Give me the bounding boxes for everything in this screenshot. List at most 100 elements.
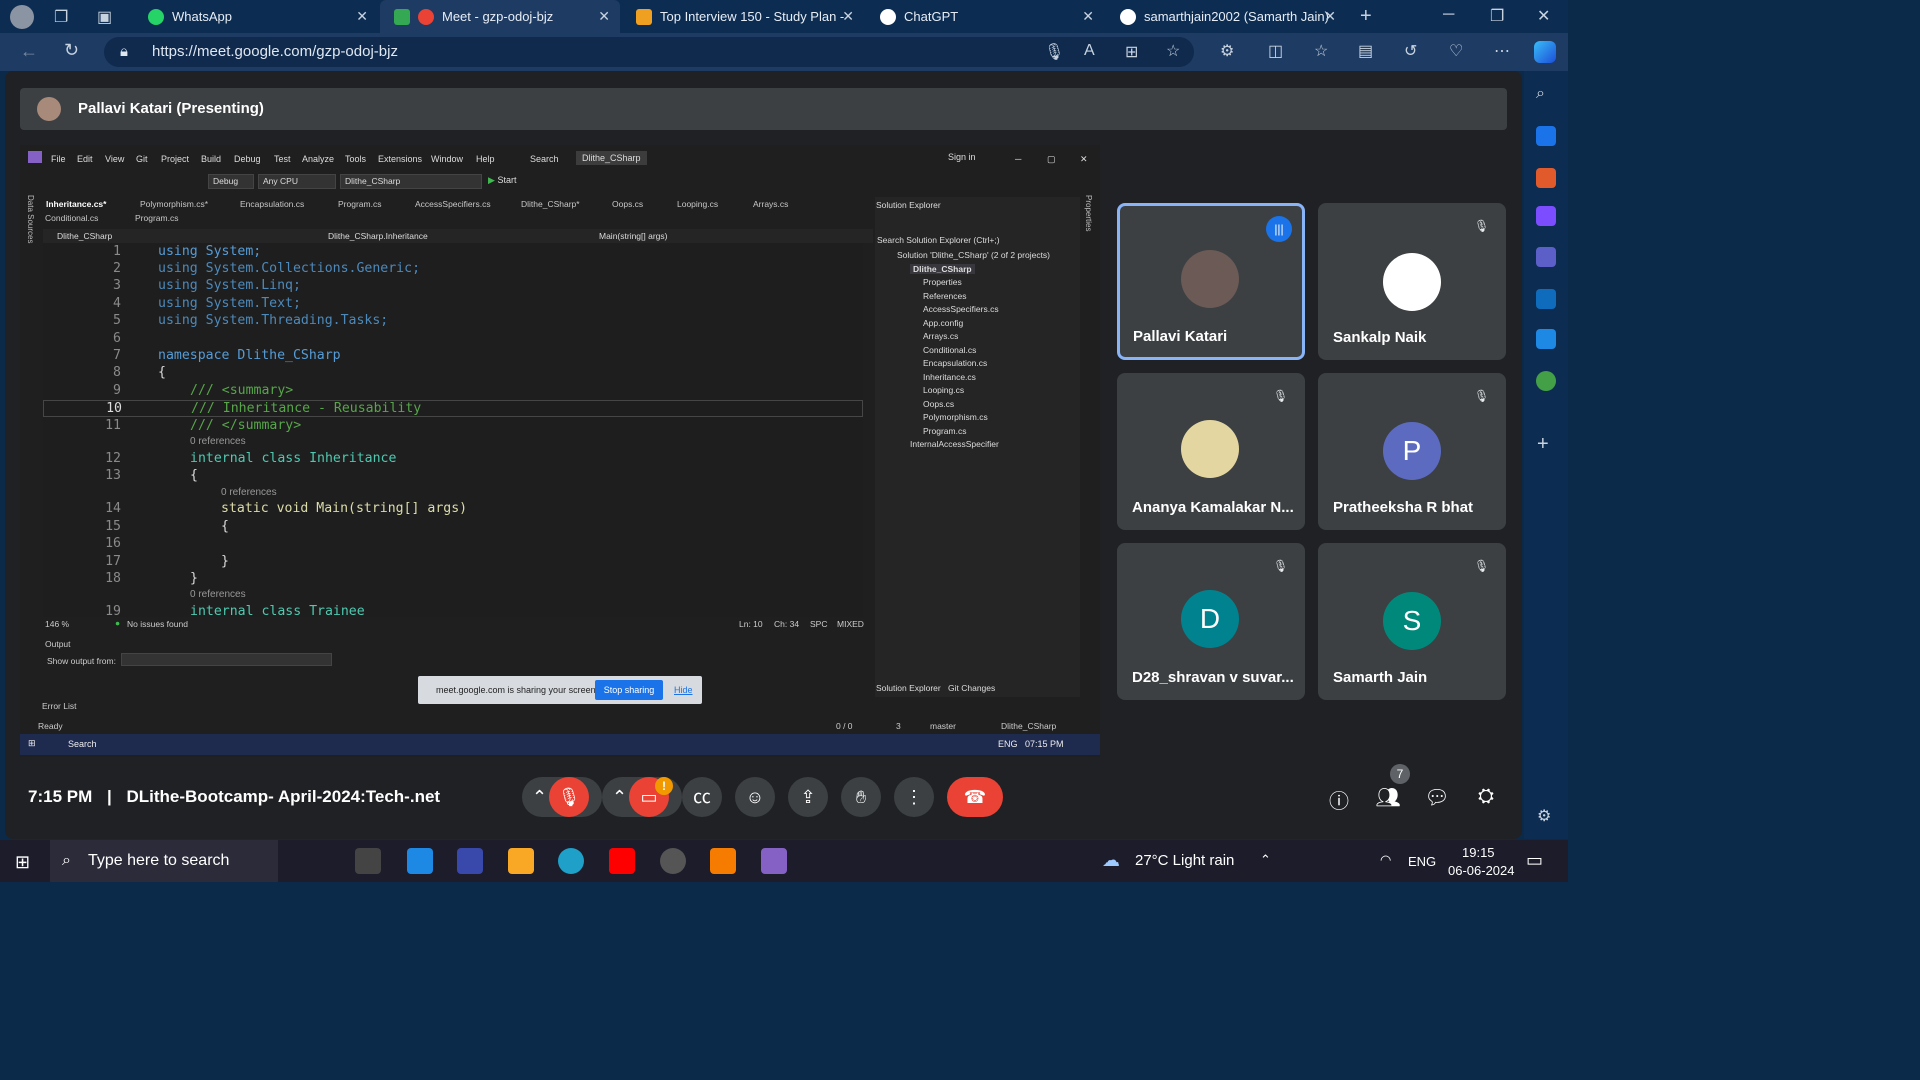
error-list-tab[interactable]: Error List [22,697,1100,715]
solution-search-input[interactable]: Search Solution Explorer (Ctrl+;) [877,235,1000,245]
favorites-icon[interactable]: ☆ [1314,41,1328,61]
visual-studio-icon[interactable] [761,848,787,874]
sidebar-tools-icon[interactable] [1536,168,1556,188]
menu-extensions[interactable]: Extensions [378,154,422,164]
youtube-icon[interactable] [609,848,635,874]
output-source-dropdown[interactable] [121,653,332,666]
vs-restore-icon[interactable]: ▢ [1047,154,1056,165]
config-dropdown[interactable]: Debug [208,174,254,189]
tree-item[interactable]: References [923,291,966,301]
leave-call-button[interactable]: ☎︎ [947,777,1003,817]
media-player-icon[interactable] [660,848,686,874]
language-indicator[interactable]: ENG [1408,854,1436,869]
tab-chatgpt[interactable]: ChatGPT ✕ [866,0,1104,33]
participant-tile[interactable]: ||| Pallavi Katari [1117,203,1305,360]
sidebar-shopping-icon[interactable] [1536,126,1556,146]
minimize-icon[interactable]: ─ [1443,6,1454,24]
clock-time[interactable]: 19:15 [1462,845,1495,860]
participant-tile[interactable]: S 🎙︎ Samarth Jain [1318,543,1506,700]
properties-side-label[interactable]: Properties [1084,195,1093,231]
chat-icon[interactable]: 💬︎ [1424,785,1450,810]
vs-close-icon[interactable]: ✕ [1080,154,1088,165]
platform-dropdown[interactable]: Any CPU [258,174,336,189]
doc-tab[interactable]: Dlithe_CSharp* [521,199,580,209]
tray-chevron-icon[interactable]: ⌃ [1260,852,1271,868]
more-icon[interactable]: ⋯ [1494,41,1510,61]
window-close-icon[interactable]: ✕ [1537,6,1550,26]
close-icon[interactable]: ✕ [356,8,368,25]
menu-view[interactable]: View [105,154,124,164]
nav-project[interactable]: Dlithe_CSharp [57,231,112,241]
raise-hand-button[interactable]: ✋︎ [841,777,881,817]
tab-git-changes[interactable]: Git Changes [948,683,995,693]
tree-item[interactable]: Program.cs [923,426,966,436]
menu-git[interactable]: Git [136,154,148,164]
sidebar-games-icon[interactable] [1536,206,1556,226]
restore-icon[interactable]: ❐ [1490,6,1504,26]
tree-item[interactable]: Oops.cs [923,399,954,409]
workspaces-icon[interactable]: ❐ [54,7,68,27]
sidebar-add-icon[interactable]: + [1537,433,1549,456]
close-icon[interactable]: ✕ [598,8,610,25]
tab-meet[interactable]: Meet - gzp-odoj-bjz ✕ [380,0,620,33]
store-icon[interactable] [710,848,736,874]
tab-github[interactable]: samarthjain2002 (Samarth Jain) ✕ [1106,0,1346,33]
file-explorer-icon[interactable] [508,848,534,874]
extensions-icon[interactable]: ⚙ [1220,41,1234,61]
read-aloud-icon[interactable]: A [1084,42,1095,60]
taskbar-search-input[interactable]: ⌕ Type here to search [50,840,278,882]
doc-tab[interactable]: Program.cs [338,199,381,209]
back-icon[interactable]: ← [20,41,38,62]
codelens-references[interactable]: 0 references [190,436,246,447]
participant-tile[interactable]: 🎙︎ Sankalp Naik [1318,203,1506,360]
doc-tab[interactable]: Program.cs [135,213,178,223]
sidebar-settings-icon[interactable]: ⚙ [1537,806,1551,826]
git-sync-counts[interactable]: 0 / 0 [836,721,853,731]
weather-text[interactable]: 27°C Light rain [1135,852,1234,869]
menu-window[interactable]: Window [431,154,463,164]
data-sources-side-label[interactable]: Data Sources [26,195,35,243]
sidebar-copilot-icon[interactable] [1536,247,1556,267]
captions-button[interactable]: ㏄ [682,777,722,817]
meeting-info-icon[interactable]: ⓘ [1326,785,1352,814]
notifications-icon[interactable]: ▭ [1526,850,1543,871]
tree-item[interactable]: Polymorphism.cs [923,412,988,422]
tab-whatsapp[interactable]: WhatsApp ✕ [134,0,378,33]
project-dropdown[interactable]: Dlithe_CSharp [340,174,482,189]
menu-analyze[interactable]: Analyze [302,154,334,164]
more-options-button[interactable]: ⋮ [894,777,934,817]
git-branch[interactable]: master [930,721,956,731]
doc-tab[interactable]: Encapsulation.cs [240,199,304,209]
close-icon[interactable]: ✕ [1324,8,1336,25]
doc-tab[interactable]: Conditional.cs [45,213,98,223]
math-app-icon[interactable] [457,848,483,874]
close-icon[interactable]: ✕ [1082,8,1094,25]
participant-tile[interactable]: D 🎙︎ D28_shravan v suvar... [1117,543,1305,700]
favorite-star-icon[interactable]: ☆ [1166,41,1180,61]
tree-item[interactable]: AccessSpecifiers.cs [923,304,999,314]
menu-edit[interactable]: Edit [77,154,93,164]
zoom-level[interactable]: 146 % [45,619,69,629]
tree-solution[interactable]: Solution 'Dlithe_CSharp' (2 of 2 project… [897,250,1050,260]
doc-tab[interactable]: Polymorphism.cs* [140,199,208,209]
start-button[interactable]: ▶ Start [488,175,516,186]
pending-edits[interactable]: 3 [896,721,901,731]
menu-project[interactable]: Project [161,154,189,164]
menu-debug[interactable]: Debug [234,154,261,164]
split-screen-icon[interactable]: ◫ [1268,41,1283,61]
sign-in-link[interactable]: Sign in [948,152,976,162]
close-icon[interactable]: ✕ [842,8,854,25]
doc-tab-active[interactable]: Inheritance.cs* [46,199,106,209]
tree-item[interactable]: Arrays.cs [923,331,958,341]
menu-help[interactable]: Help [476,154,495,164]
doc-tab[interactable]: Looping.cs [677,199,718,209]
code-editor[interactable]: 1 using System; 2 using System.Collections… [43,243,863,619]
issues-status[interactable]: No issues found [127,619,188,629]
tree-item[interactable]: Conditional.cs [923,345,976,355]
tab-leetcode[interactable]: Top Interview 150 - Study Plan - ✕ [622,0,864,33]
copilot-icon[interactable] [1534,41,1556,63]
emoji-reactions-button[interactable]: ☺ [735,777,775,817]
tab-actions-icon[interactable]: ▣ [97,7,112,27]
tree-project[interactable]: Dlithe_CSharp [910,264,975,274]
tree-item[interactable]: Looping.cs [923,385,964,395]
